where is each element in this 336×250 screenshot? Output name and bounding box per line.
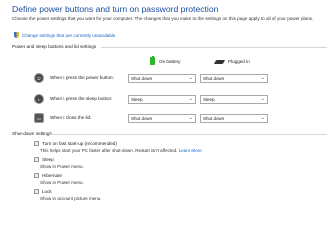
sleep-icon: ◐ [34,94,44,104]
shield-icon [14,32,19,38]
fast-startup-option[interactable]: Turn on fast start-up (recommended) [34,141,117,146]
sleep-button-battery-select[interactable]: Sleep ⌄ [128,95,196,104]
close-lid-battery-value: Shut down [131,116,153,121]
lock-label: Lock [42,189,52,194]
lock-description: Show in account picture menu. [40,196,102,201]
close-lid-plugged-select[interactable]: Shut down ⌄ [200,114,268,123]
power-button-battery-value: Shut down [131,76,153,81]
sleep-checkbox[interactable] [34,157,39,162]
chevron-down-icon: ⌄ [188,115,193,121]
sleep-label: Sleep [42,157,54,162]
power-section-heading: Power and sleep buttons and lid settings [12,44,97,49]
sleep-button-battery-value: Sleep [131,97,143,102]
section-divider [50,134,327,135]
fast-startup-label: Turn on fast start-up (recommended) [42,141,117,146]
change-settings-link-label: Change settings that are currently unava… [22,32,116,38]
power-button-plugged-value: Shut down [203,76,225,81]
hibernate-option[interactable]: Hibernate [34,173,62,178]
page-description: Choose the power settings that you want … [12,16,314,21]
on-battery-column-header: On battery [150,56,181,65]
fast-startup-desc-text: This helps start your PC faster after sh… [40,148,178,153]
section-divider [101,47,327,48]
plugged-in-label: Plugged in [228,59,250,64]
sleep-description: Show in Power menu. [40,164,84,169]
chevron-down-icon: ⌄ [260,115,265,121]
sleep-option[interactable]: Sleep [34,157,54,162]
sleep-button-plugged-value: Sleep [203,97,215,102]
lid-icon: ▭ [34,113,44,123]
learn-more-link[interactable]: Learn More [179,148,202,153]
power-button-label: When I press the power button: [50,75,114,80]
power-icon: ⏻ [34,73,44,83]
lock-checkbox[interactable] [34,189,39,194]
chevron-down-icon: ⌄ [188,96,193,102]
fast-startup-checkbox[interactable] [34,141,39,146]
sleep-button-label: When I press the sleep button: [50,96,113,101]
hibernate-checkbox[interactable] [34,173,39,178]
on-battery-label: On battery [159,58,181,64]
plugged-in-column-header: Plugged in [213,59,250,64]
change-settings-link[interactable]: Change settings that are currently unava… [14,32,115,38]
shutdown-section-heading: Shut-down settings [12,131,52,136]
close-lid-label: When I close the lid: [50,115,92,120]
chevron-down-icon: ⌄ [260,96,265,102]
chevron-down-icon: ⌄ [260,75,265,81]
power-button-battery-select[interactable]: Shut down ⌄ [128,74,196,83]
hibernate-description: Show in Power menu. [40,180,84,185]
close-lid-plugged-value: Shut down [203,116,225,121]
power-button-plugged-select[interactable]: Shut down ⌄ [200,74,268,83]
chevron-down-icon: ⌄ [188,75,193,81]
fast-startup-description: This helps start your PC faster after sh… [40,148,202,153]
plug-icon [213,59,226,64]
hibernate-label: Hibernate [42,173,62,178]
lock-option[interactable]: Lock [34,189,52,194]
close-lid-battery-select[interactable]: Shut down ⌄ [128,114,196,123]
battery-icon [150,56,155,65]
page-title: Define power buttons and turn on passwor… [12,4,219,14]
sleep-button-plugged-select[interactable]: Sleep ⌄ [200,95,268,104]
